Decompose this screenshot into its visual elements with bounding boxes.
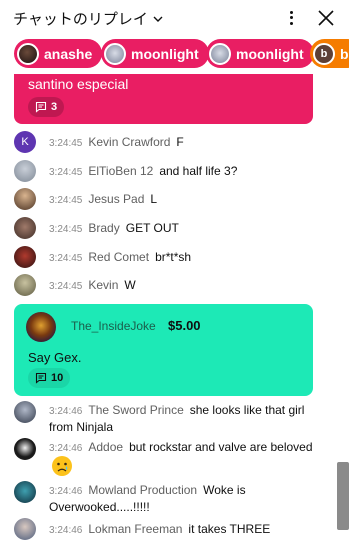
avatar xyxy=(14,401,36,423)
message-text: and half life 3? xyxy=(159,164,238,178)
chat-header: チャットのリプレイ xyxy=(0,0,349,36)
super-chat-card-pink[interactable]: santino especial 3 xyxy=(14,74,313,124)
message-timestamp: 3:24:46 xyxy=(49,525,83,536)
crying-face-emoji xyxy=(52,456,72,476)
message-text: but rockstar and valve are beloved xyxy=(129,440,313,454)
message-text: W xyxy=(124,278,136,292)
chat-mode-dropdown[interactable]: チャットのリプレイ xyxy=(13,8,164,29)
reply-count-chip[interactable]: 10 xyxy=(28,368,71,388)
chat-message[interactable]: 3:24:46 The Sword Prince she looks like th… xyxy=(14,401,344,437)
avatar xyxy=(14,188,36,210)
chevron-down-icon xyxy=(153,16,163,22)
more-vert-icon[interactable] xyxy=(282,8,300,28)
super-chat-ticker: anashe moonlight moonlight b bl xyxy=(0,38,349,70)
message-text: br*t*sh xyxy=(155,250,192,264)
message-text: GET OUT xyxy=(125,221,179,235)
chat-mode-title: チャットのリプレイ xyxy=(13,11,148,28)
avatar xyxy=(14,438,36,460)
avatar xyxy=(104,42,126,65)
message-author[interactable]: Red Comet xyxy=(88,250,149,264)
message-text: she looks like that girl xyxy=(189,403,305,417)
super-chat-card-green[interactable]: The_InsideJoke $5.00 Say Gex. 10 xyxy=(14,304,313,396)
message-text: Woke is xyxy=(203,483,246,497)
message-text-line2: Overwooked.....!!!!! xyxy=(49,500,150,514)
message-timestamp: 3:24:45 xyxy=(49,195,83,206)
message-timestamp: 3:24:45 xyxy=(49,253,83,264)
message-timestamp: 3:24:46 xyxy=(49,443,83,454)
avatar: b xyxy=(313,42,335,65)
super-chat-message: santino especial xyxy=(28,76,129,92)
super-chat-author[interactable]: The_InsideJoke xyxy=(71,319,156,333)
scrollbar-thumb[interactable] xyxy=(337,462,349,530)
message-timestamp: 3:24:45 xyxy=(49,138,83,149)
message-timestamp: 3:24:45 xyxy=(49,167,83,178)
avatar xyxy=(14,217,36,239)
message-author[interactable]: The Sword Prince xyxy=(88,403,183,417)
ticker-pill-bl[interactable]: b bl xyxy=(310,39,349,68)
chat-message[interactable]: 3:24:46 Addoe but rockstar and valve are b… xyxy=(14,438,344,478)
reply-count: 3 xyxy=(51,101,58,113)
ticker-pill-moonlight-2[interactable]: moonlight xyxy=(206,39,314,68)
comment-icon xyxy=(35,101,47,113)
message-text-line2: from Ninjala xyxy=(49,420,114,434)
message-author[interactable]: Brady xyxy=(88,221,119,235)
message-timestamp: 3:24:45 xyxy=(49,281,83,292)
avatar xyxy=(14,481,36,503)
comment-icon xyxy=(35,372,47,384)
message-timestamp: 3:24:45 xyxy=(49,224,83,235)
ticker-pill-moonlight[interactable]: moonlight xyxy=(101,39,209,68)
avatar xyxy=(17,42,39,65)
message-text: F xyxy=(176,135,184,149)
avatar xyxy=(209,42,231,65)
message-text: L xyxy=(150,192,158,206)
avatar xyxy=(14,246,36,268)
message-author[interactable]: Jesus Pad xyxy=(88,192,144,206)
reply-count-chip[interactable]: 3 xyxy=(28,97,65,117)
message-author[interactable]: Addoe xyxy=(88,440,123,454)
avatar: K xyxy=(14,131,36,153)
message-author[interactable]: Mowland Production xyxy=(88,483,197,497)
message-author[interactable]: Kevin Crawford xyxy=(88,135,170,149)
chat-message[interactable]: 3:24:46 Mowland Production Woke is Overwoo… xyxy=(14,481,344,517)
avatar xyxy=(14,160,36,182)
message-author[interactable]: Lokman Freeman xyxy=(88,522,182,536)
ticker-pill-label: bl xyxy=(340,45,349,62)
ticker-pill-label: anashe xyxy=(44,45,93,62)
chat-list: santino especial 3 K 3:24:45 Kevin Crawfo… xyxy=(0,74,349,542)
avatar xyxy=(26,312,56,342)
super-chat-message: Say Gex. xyxy=(28,350,82,365)
ticker-pill-anashe[interactable]: anashe xyxy=(14,39,103,68)
message-timestamp: 3:24:46 xyxy=(49,486,83,497)
avatar xyxy=(14,518,36,540)
message-author[interactable]: Kevin xyxy=(88,278,118,292)
message-timestamp: 3:24:46 xyxy=(49,406,83,417)
ticker-pill-label: moonlight xyxy=(236,45,304,62)
close-icon[interactable] xyxy=(316,8,336,28)
message-text: it takes THREE xyxy=(188,522,271,536)
super-chat-amount: $5.00 xyxy=(168,318,201,333)
message-author[interactable]: ElTioBen 12 xyxy=(88,164,153,178)
reply-count: 10 xyxy=(51,372,64,384)
avatar xyxy=(14,274,36,296)
ticker-pill-label: moonlight xyxy=(131,45,199,62)
